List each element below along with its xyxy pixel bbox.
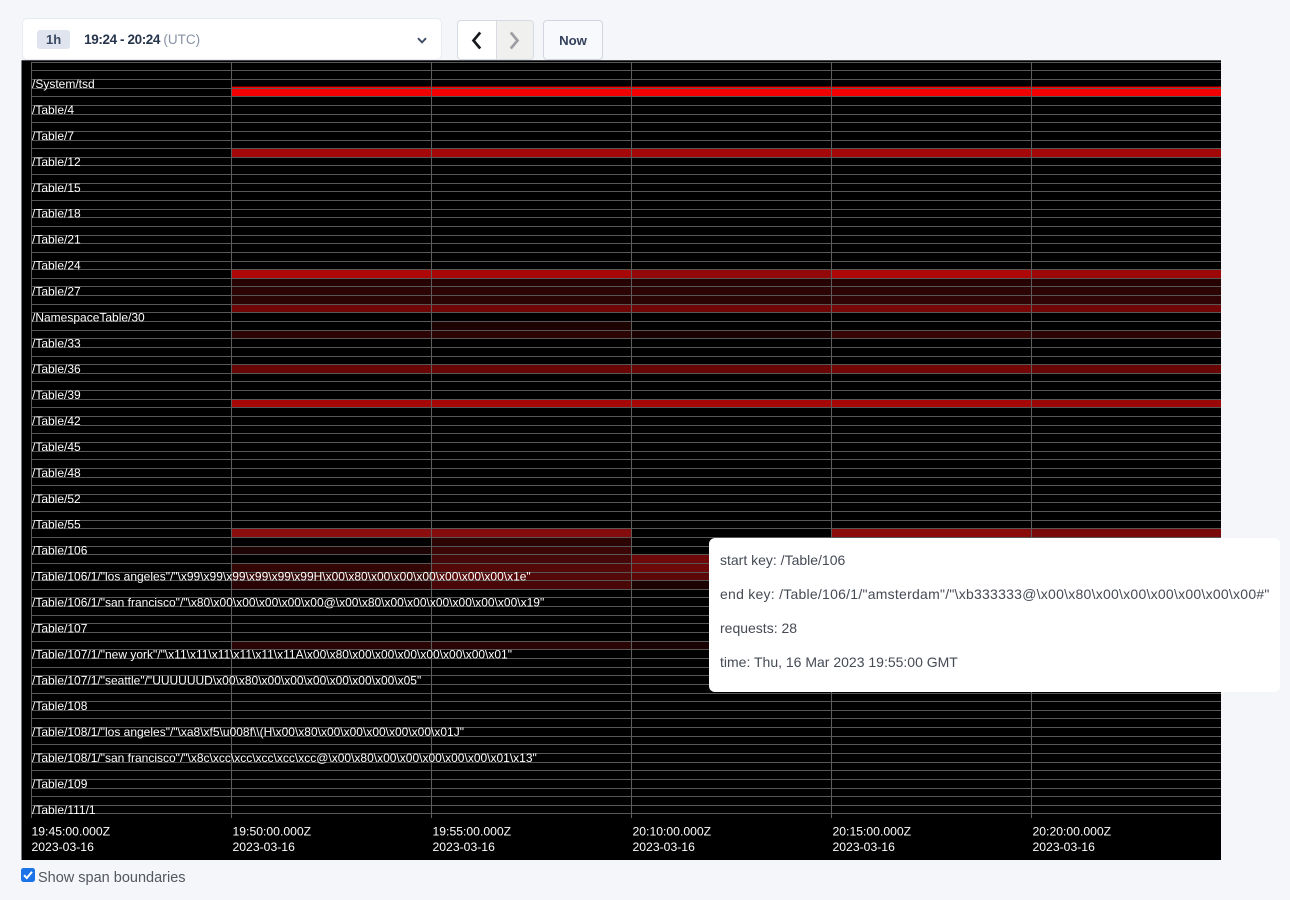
svg-text:/Table/24: /Table/24	[32, 259, 81, 273]
svg-text:/Table/7: /Table/7	[32, 129, 74, 143]
svg-text:time: Thu, 16 Mar 2023 19:55:0: time: Thu, 16 Mar 2023 19:55:00 GMT	[720, 654, 958, 670]
svg-text:/Table/107/1/"seattle"/"UUUUUU: /Table/107/1/"seattle"/"UUUUUUD\x00\x80\…	[32, 673, 421, 687]
svg-text:/Table/18: /Table/18	[32, 207, 81, 221]
svg-text:19:50:00.000Z: 19:50:00.000Z	[233, 825, 312, 839]
svg-text:/Table/36: /Table/36	[32, 362, 81, 376]
svg-text:2023-03-16: 2023-03-16	[833, 840, 896, 854]
svg-text:20:15:00.000Z: 20:15:00.000Z	[833, 825, 912, 839]
svg-text:/Table/52: /Table/52	[32, 492, 81, 506]
svg-text:/Table/42: /Table/42	[32, 414, 81, 428]
svg-text:/Table/27: /Table/27	[32, 285, 81, 299]
svg-text:/NamespaceTable/30: /NamespaceTable/30	[32, 310, 145, 324]
svg-text:2023-03-16: 2023-03-16	[32, 840, 95, 854]
svg-text:/Table/106: /Table/106	[32, 544, 88, 558]
svg-text:/Table/106/1/"san francisco"/": /Table/106/1/"san francisco"/"\x80\x00\x…	[32, 596, 544, 610]
svg-text:20:20:00.000Z: 20:20:00.000Z	[1033, 825, 1112, 839]
svg-text:2023-03-16: 2023-03-16	[1033, 840, 1096, 854]
svg-text:19:45:00.000Z: 19:45:00.000Z	[32, 825, 111, 839]
svg-text:/Table/107: /Table/107	[32, 621, 88, 635]
svg-text:/Table/111/1: /Table/111/1	[32, 803, 96, 817]
svg-text:2023-03-16: 2023-03-16	[433, 840, 496, 854]
svg-text:/Table/106/1/"los angeles"/"\x: /Table/106/1/"los angeles"/"\x99\x99\x99…	[32, 570, 531, 584]
svg-text:/Table/45: /Table/45	[32, 440, 81, 454]
svg-text:20:10:00.000Z: 20:10:00.000Z	[633, 825, 712, 839]
svg-text:/Table/108/1/"los angeles"/"\x: /Table/108/1/"los angeles"/"\xa8\xf5\u00…	[32, 725, 464, 739]
svg-text:2023-03-16: 2023-03-16	[633, 840, 696, 854]
svg-text:/Table/12: /Table/12	[32, 155, 81, 169]
svg-text:end key: /Table/106/1/"amsterd: end key: /Table/106/1/"amsterdam"/"\xb33…	[720, 586, 1270, 602]
svg-text:/Table/55: /Table/55	[32, 518, 81, 532]
svg-text:/Table/108/1/"san francisco"/": /Table/108/1/"san francisco"/"\x8c\xcc\x…	[32, 751, 537, 765]
svg-text:/Table/4: /Table/4	[32, 103, 74, 117]
svg-text:/Table/109: /Table/109	[32, 777, 88, 791]
svg-text:requests: 28: requests: 28	[720, 620, 797, 636]
svg-text:2023-03-16: 2023-03-16	[233, 840, 296, 854]
svg-text:start key: /Table/106: start key: /Table/106	[720, 552, 846, 568]
svg-text:/Table/15: /Table/15	[32, 181, 81, 195]
svg-text:/Table/21: /Table/21	[32, 233, 81, 247]
svg-text:/Table/33: /Table/33	[32, 336, 81, 350]
svg-text:/System/tsd: /System/tsd	[32, 77, 95, 91]
svg-text:/Table/48: /Table/48	[32, 466, 81, 480]
svg-text:/Table/39: /Table/39	[32, 388, 81, 402]
svg-text:19:55:00.000Z: 19:55:00.000Z	[433, 825, 512, 839]
svg-text:/Table/108: /Table/108	[32, 699, 88, 713]
svg-text:/Table/107/1/"new york"/"\x11\: /Table/107/1/"new york"/"\x11\x11\x11\x1…	[32, 647, 512, 661]
